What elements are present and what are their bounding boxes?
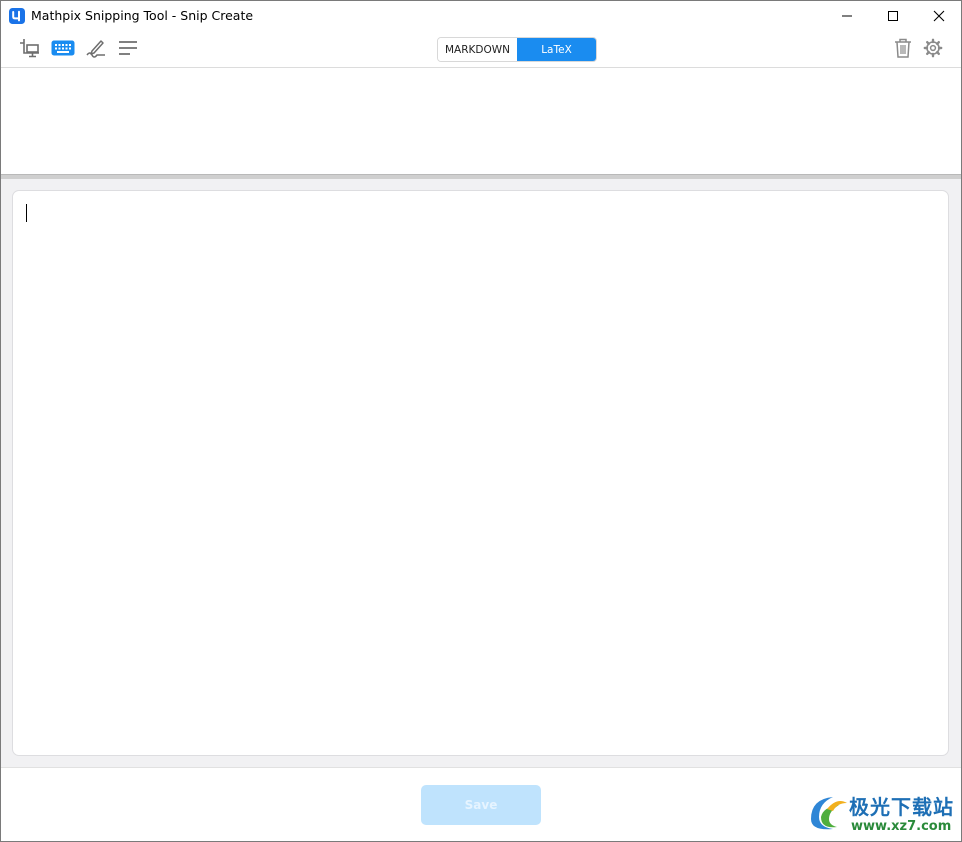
settings-button[interactable]: [920, 35, 946, 61]
latex-editor[interactable]: [12, 190, 949, 756]
handwriting-button[interactable]: [83, 35, 109, 61]
app-window: Mathpix Snipping Tool - Snip Create MARK…: [0, 0, 962, 842]
minimize-button[interactable]: [824, 1, 870, 31]
close-icon: [933, 10, 945, 22]
output-mode-toggle: MARKDOWN LaTeX: [437, 37, 597, 62]
text-format-button[interactable]: [115, 35, 141, 61]
editor-container: [1, 179, 961, 767]
crop-screen-icon: [20, 39, 39, 58]
watermark-logo-icon: [811, 797, 847, 830]
tab-latex[interactable]: LaTeX: [517, 38, 596, 61]
trash-icon: [895, 38, 911, 58]
mathpix-logo-icon: [9, 8, 25, 24]
title-bar[interactable]: Mathpix Snipping Tool - Snip Create: [1, 1, 961, 31]
watermark-brand: 极光下载站: [849, 795, 954, 819]
watermark-url: www.xz7.com: [851, 819, 952, 834]
minimize-icon: [842, 15, 852, 17]
keyboard-input-button[interactable]: [50, 35, 76, 61]
delete-button[interactable]: [890, 35, 916, 61]
window-title: Mathpix Snipping Tool - Snip Create: [31, 8, 254, 23]
lines-icon: [119, 41, 137, 55]
close-button[interactable]: [916, 1, 961, 31]
text-cursor: [26, 204, 27, 222]
gear-icon: [923, 38, 943, 58]
maximize-icon: [888, 11, 898, 21]
screenshot-snip-button[interactable]: [17, 35, 43, 61]
rendered-preview-pane: [1, 68, 961, 174]
pen-icon: [86, 40, 105, 58]
maximize-button[interactable]: [870, 1, 916, 31]
toolbar: MARKDOWN LaTeX: [1, 31, 961, 68]
save-button[interactable]: Save: [421, 785, 541, 825]
keyboard-icon: [51, 40, 75, 56]
site-watermark: 极光下载站 www.xz7.com: [801, 787, 961, 839]
tab-markdown[interactable]: MARKDOWN: [438, 38, 517, 61]
